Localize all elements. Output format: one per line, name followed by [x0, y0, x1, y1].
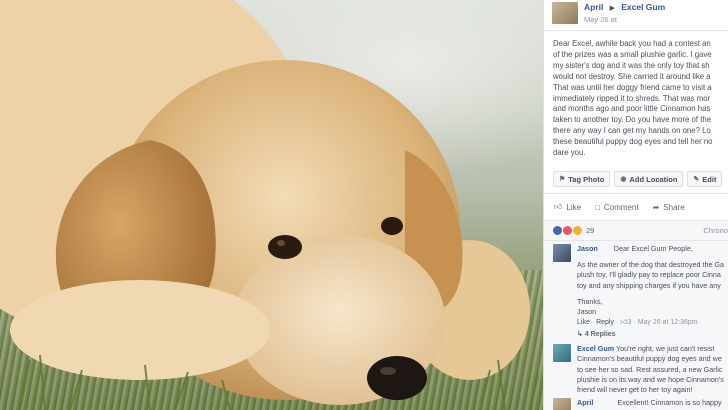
photo-action-bar: ⚑ Tag Photo ◉ Add Location ✎ Edit	[553, 171, 723, 187]
post-line: and months ago and poor little Cinnamon …	[553, 104, 711, 114]
commenter-avatar[interactable]	[553, 344, 571, 363]
share-arrow-icon: ➦	[652, 202, 660, 212]
comment-line: As the owner of the dog that destroyed t…	[577, 260, 725, 270]
post-author-link[interactable]: April	[584, 2, 603, 12]
reply-arrow-icon: ↳	[577, 331, 583, 339]
comment-line: Thanks,	[577, 296, 603, 306]
commenter-avatar[interactable]	[553, 398, 571, 410]
like-small-icon: 👍︎	[620, 319, 628, 327]
love-reaction-icon	[563, 226, 572, 235]
like-reaction-icon	[553, 226, 562, 235]
comment-button[interactable]: □ Comment	[595, 203, 639, 212]
view-replies-link[interactable]: ↳ 4 Replies	[544, 329, 728, 341]
post-line: taken to another toy. Do you have more o…	[553, 115, 712, 125]
comment-line: toy and any shipping charges if you have…	[577, 280, 721, 290]
reaction-count: 29	[586, 226, 595, 235]
commenter-avatar[interactable]	[553, 244, 571, 262]
arrow-right-icon: ▶	[609, 5, 615, 12]
comment-line: Dear Excel Gum People,	[613, 244, 693, 253]
post-line: my sister's dog and it was the only toy …	[553, 60, 710, 70]
comment-line: plush toy, I'll gladly pay to replace po…	[577, 270, 721, 280]
post-text: Dear Excel, awhile back you had a contes…	[544, 31, 728, 159]
post-target-link[interactable]: Excel Gum	[621, 2, 665, 12]
comment: Jason Dear Excel Gum People, As the owne…	[544, 241, 728, 329]
comment-line: plushie is on its way and we hope Cinnam…	[577, 374, 724, 384]
haha-reaction-icon	[573, 226, 582, 235]
post-line: Dear Excel, awhile back you had a contes…	[553, 39, 711, 48]
pencil-icon: ✎	[693, 176, 700, 183]
commenter-name[interactable]: April	[577, 398, 593, 407]
comment-line: friend will never get to her toy again!	[577, 385, 693, 395]
post-line: of the prizes was a small plushie garlic…	[553, 49, 712, 59]
share-button[interactable]: ➦ Share	[653, 203, 685, 212]
thumbs-up-icon: 👍︎	[554, 202, 563, 211]
post-line: dare you.	[553, 148, 586, 158]
post-header: April ▶ Excel Gum May 26 at	[544, 0, 728, 30]
tag-icon: ⚑	[559, 176, 566, 183]
author-avatar[interactable]	[552, 2, 578, 24]
facebook-post-panel: April ▶ Excel Gum May 26 at Dear Excel, …	[543, 0, 728, 410]
commenter-name[interactable]: Excel Gum	[577, 344, 614, 353]
post-actions: 👍︎ Like □ Comment ➦ Share	[544, 193, 728, 221]
reactions-row: 29 Chrono	[544, 221, 728, 241]
edit-button[interactable]: ✎ Edit	[687, 171, 723, 187]
comment: April Excellent! Cinnamon is so happy	[544, 395, 728, 410]
post-line: would not destroy. She carried it around…	[553, 71, 711, 81]
post-line: there any way I can get my hands on one?…	[553, 126, 711, 136]
comment-line: Excellent! Cinnamon is so happy	[617, 398, 722, 408]
puppy-illustration	[0, 0, 539, 410]
tag-photo-button[interactable]: ⚑ Tag Photo	[553, 171, 611, 187]
comment-reply-link[interactable]: Reply	[596, 319, 614, 326]
reaction-summary[interactable]: 29	[553, 226, 594, 235]
comment-line: to see her so sad. Rest assured, a new G…	[577, 364, 723, 374]
comment-date[interactable]: May 26 at 12:36pm	[638, 319, 698, 326]
comment-meta: Like · Reply · 👍︎3 · May 26 at 12:36pm	[577, 319, 698, 327]
comment-sort-dropdown[interactable]: Chrono	[703, 226, 728, 235]
comment-like-count: 3	[627, 319, 632, 327]
post-line: immediately ripped it to shreds. That wa…	[553, 93, 711, 103]
post-line: these beautiful puppy dog eyes and tell …	[553, 137, 713, 147]
comment-line: Cinnamon's beautiful puppy dog eyes and …	[577, 354, 722, 364]
commenter-name[interactable]: Jason	[577, 244, 598, 253]
like-button[interactable]: 👍︎ Like	[554, 202, 581, 212]
location-pin-icon: ◉	[620, 176, 627, 183]
comment: Excel Gum You're right, we just can't re…	[544, 341, 728, 395]
comment-like-link[interactable]: Like	[577, 319, 590, 326]
comment-line: You're right, we just can't resist	[616, 344, 715, 354]
comment-bubble-icon: □	[595, 202, 600, 212]
comment-line: Jason	[577, 307, 597, 317]
comments-section: 29 Chrono Jason Dear Excel Gum People, A…	[544, 221, 728, 410]
post-photo[interactable]	[0, 0, 543, 410]
post-date[interactable]: May 26 at	[584, 14, 665, 25]
add-location-button[interactable]: ◉ Add Location	[614, 171, 684, 187]
post-line: That was until her doggy friend came to …	[553, 82, 712, 92]
